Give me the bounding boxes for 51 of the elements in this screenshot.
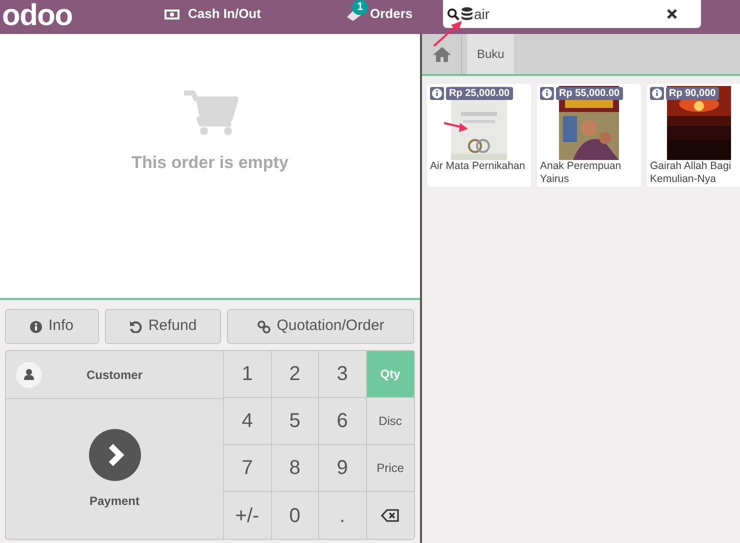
product-name: Air Mata Pernikahan — [429, 160, 526, 173]
person-icon — [16, 362, 42, 388]
numpad-key[interactable]: . — [319, 492, 366, 539]
customer-button[interactable]: Customer — [6, 351, 223, 399]
numpad-key[interactable]: 2 — [272, 351, 319, 398]
product-name: Gairah Allah Bagi Kemulian-Nya — [649, 160, 732, 186]
annotation-arrow — [443, 120, 469, 132]
orders-count-badge: 1 — [352, 0, 368, 15]
chevron-icon — [88, 428, 142, 482]
undo-icon — [129, 320, 142, 333]
cash-in-out-button[interactable]: Cash In/Out — [160, 0, 265, 28]
info-icon — [30, 320, 42, 332]
product-card[interactable]: Rp 55,000.00 Anak Perempuan Yairus — [537, 84, 641, 187]
info-icon[interactable] — [650, 87, 664, 100]
payment-button[interactable]: Payment — [6, 399, 223, 539]
logo: odoo — [2, 1, 72, 31]
product-card[interactable]: Rp 90,000 Gairah Allah Bagi Kemulian-Nya — [647, 84, 740, 187]
numpad-key[interactable]: 8 — [272, 445, 319, 492]
price-tag: Rp 25,000.00 — [446, 87, 513, 100]
search-field[interactable]: air — [443, 0, 701, 28]
product-name: Anak Perempuan Yairus — [539, 160, 622, 186]
price-tag: Rp 55,000.00 — [556, 87, 623, 100]
control-button[interactable]: Refund — [105, 309, 221, 344]
numpad-key[interactable]: 0 — [272, 492, 319, 539]
cash-icon — [164, 8, 180, 20]
info-icon[interactable] — [540, 87, 554, 100]
product-card[interactable]: Rp 25,000.00 Air Mata Pernikahan — [427, 84, 531, 187]
backspace-icon — [381, 509, 400, 522]
cart-icon — [182, 90, 238, 136]
control-button[interactable]: Quotation/Order — [227, 309, 414, 344]
empty-order-message: This order is empty — [132, 152, 288, 174]
numpad-key[interactable]: 4 — [224, 398, 272, 445]
annotation-arrow — [432, 18, 464, 48]
control-button[interactable]: Info — [5, 309, 99, 344]
category-tab[interactable]: Buku — [467, 34, 514, 74]
price-tag: Rp 90,000 — [666, 87, 719, 100]
database-icon — [461, 7, 473, 21]
numpad-key[interactable]: 7 — [224, 445, 272, 492]
numpad-key[interactable]: +/- — [224, 492, 272, 539]
numpad-key[interactable]: 5 — [272, 398, 319, 445]
mode-button[interactable]: Price — [366, 445, 414, 492]
search-input[interactable]: air — [474, 4, 666, 24]
home-icon — [432, 46, 452, 62]
mode-button[interactable]: Disc — [366, 398, 414, 445]
search-icon — [447, 8, 460, 20]
numpad-key[interactable]: 1 — [224, 351, 272, 398]
link-icon — [256, 320, 271, 334]
numpad-key[interactable]: 9 — [319, 445, 366, 492]
info-icon[interactable] — [430, 87, 444, 100]
numpad-key[interactable]: 6 — [319, 398, 366, 445]
clear-icon[interactable] — [667, 9, 677, 19]
